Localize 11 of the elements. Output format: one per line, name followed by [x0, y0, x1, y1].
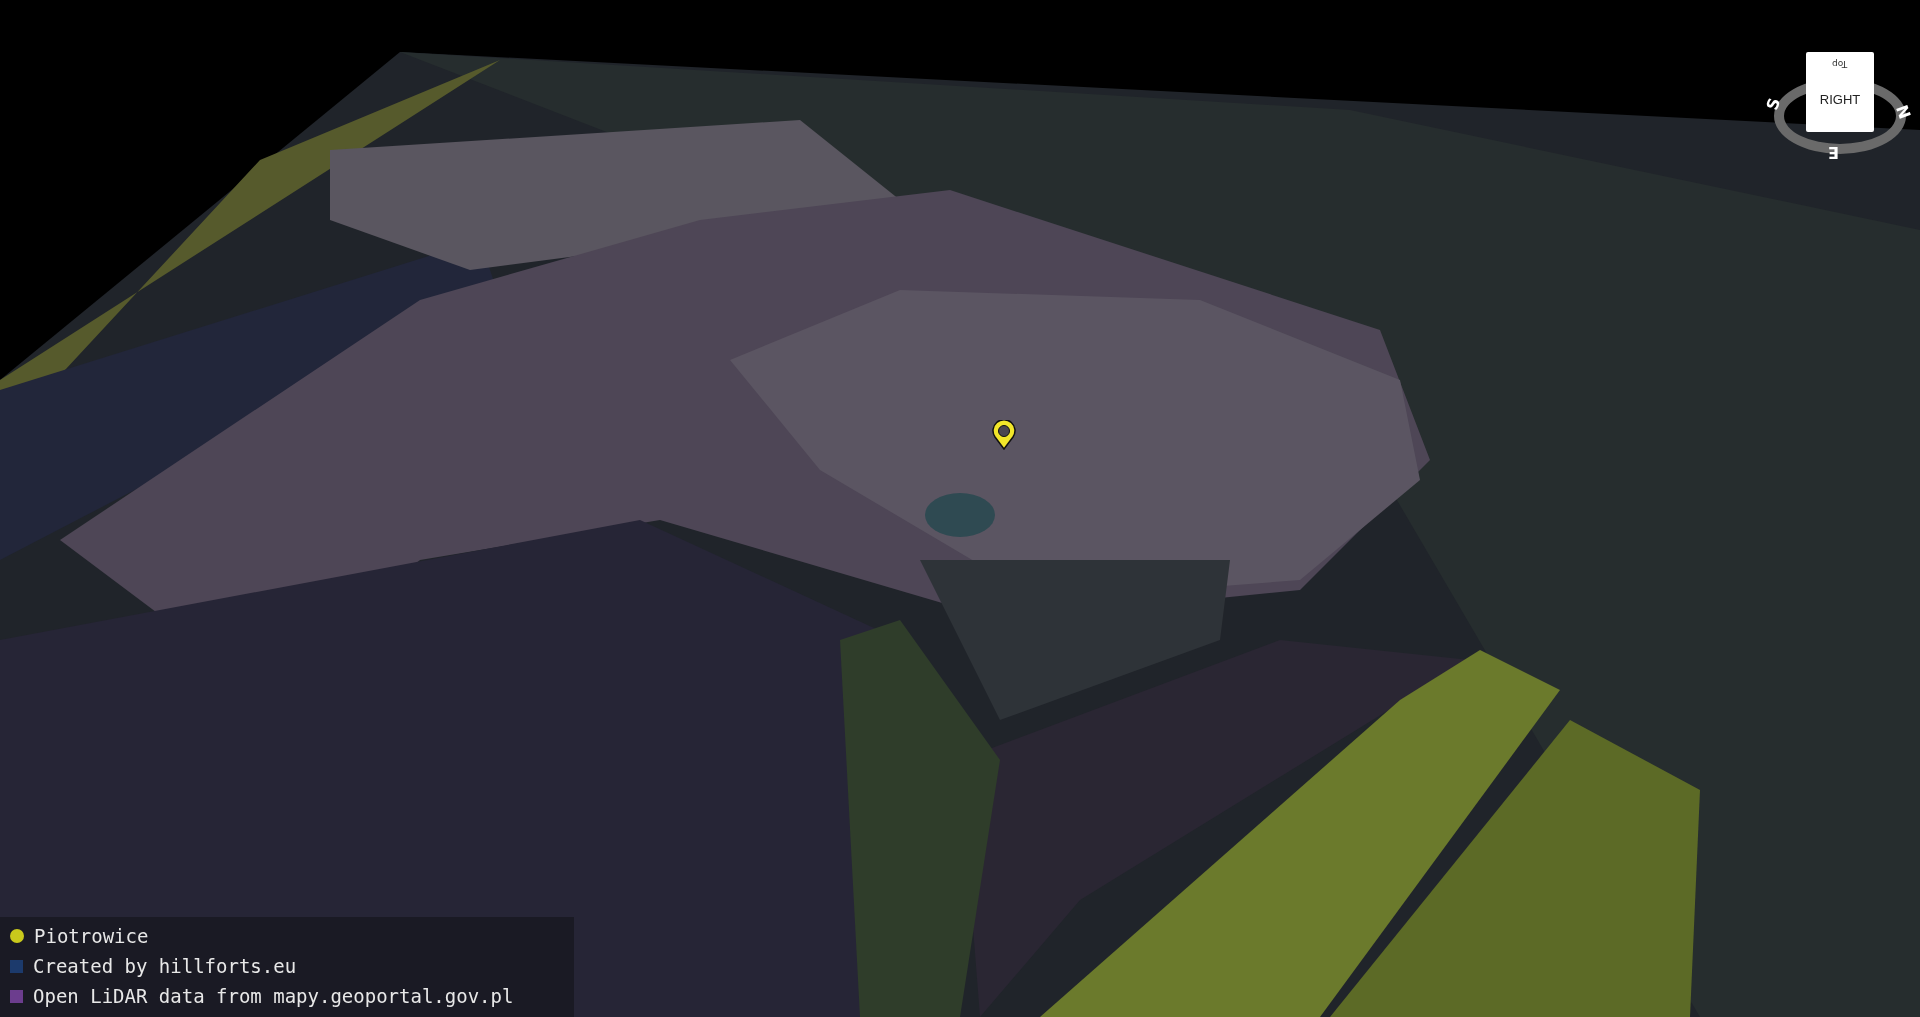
cube-top-label: Top	[1832, 57, 1848, 70]
compass-direction-label: E	[1828, 142, 1839, 164]
cube-face-label: RIGHT	[1819, 90, 1861, 109]
compass-direction-label: S	[1761, 94, 1786, 114]
legend-label: Piotrowice	[34, 923, 149, 949]
cube-face[interactable]: Top RIGHT	[1806, 52, 1874, 132]
compass-direction-label: N	[1890, 101, 1916, 123]
map-pin-icon[interactable]	[991, 420, 1017, 450]
navigation-cube[interactable]: Top RIGHT S N E	[1760, 48, 1920, 168]
legend-label: Open LiDAR data from mapy.geoportal.gov.pl	[33, 983, 514, 1009]
legend-label: Created by hillforts.eu	[33, 953, 297, 979]
